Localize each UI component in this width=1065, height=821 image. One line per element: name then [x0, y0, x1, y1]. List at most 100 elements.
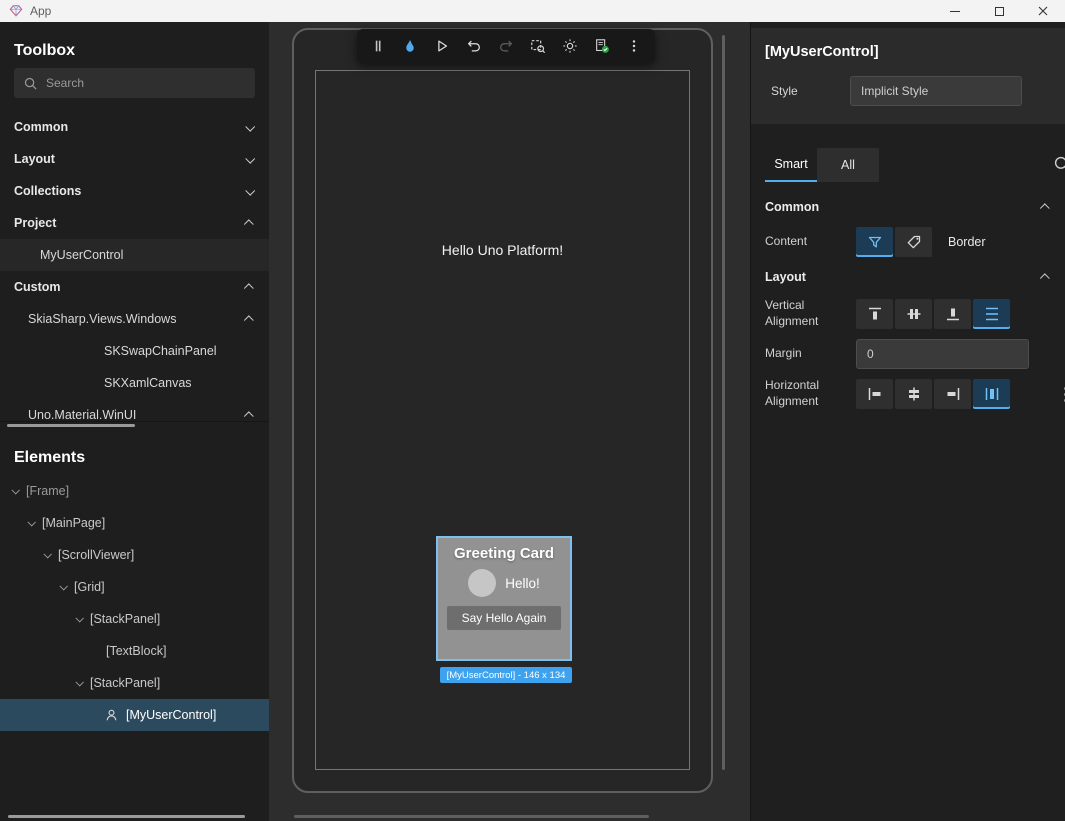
tree-item-label: [Grid]: [74, 580, 105, 594]
search-input[interactable]: [46, 76, 226, 90]
design-canvas[interactable]: Hello Uno Platform! Greeting Card Hello!…: [269, 22, 750, 821]
toolbox-section-common[interactable]: Common: [0, 111, 269, 143]
elements-pane: Elements [Frame] [MainPage] [ScrollViewe…: [0, 429, 269, 731]
section-label: Layout: [14, 152, 55, 166]
horizontal-alignment-group: [856, 379, 1012, 409]
align-left-button[interactable]: [856, 379, 893, 409]
drag-handle-icon[interactable]: [369, 37, 387, 55]
close-icon: [1038, 6, 1048, 16]
tree-item-textblock[interactable]: [TextBlock]: [0, 635, 269, 667]
chevron-up-icon: [244, 219, 254, 229]
align-center-horizontal-button[interactable]: [895, 379, 932, 409]
inspect-element-icon[interactable]: [529, 37, 547, 55]
expander-icon[interactable]: [75, 678, 83, 686]
align-stretch-vertical-button[interactable]: [973, 299, 1010, 329]
chevron-up-icon: [244, 315, 254, 325]
minimize-button[interactable]: [933, 0, 977, 22]
tree-item-scrollviewer[interactable]: [ScrollViewer]: [0, 539, 269, 571]
align-right-icon: [944, 385, 962, 403]
elements-horizontal-scrollbar[interactable]: [8, 815, 245, 818]
usercontrol-icon: [104, 708, 119, 723]
chevron-down-icon: [245, 153, 255, 163]
style-label: Style: [765, 84, 850, 98]
tree-item-mainpage[interactable]: [MainPage]: [0, 507, 269, 539]
toolbox-item-label: MyUserControl: [40, 248, 123, 262]
horizontal-alignment-label: Horizontal Alignment: [765, 378, 856, 409]
expander-icon[interactable]: [43, 550, 51, 558]
play-button-icon[interactable]: [433, 37, 451, 55]
expander-icon[interactable]: [27, 518, 35, 526]
section-label: Custom: [14, 280, 61, 294]
tree-item-frame[interactable]: [Frame]: [0, 475, 269, 507]
toolbox-item-label: SKXamlCanvas: [104, 376, 192, 390]
device-frame[interactable]: Hello Uno Platform! Greeting Card Hello!…: [292, 28, 713, 793]
left-sidebar: Toolbox Common Layout Collections: [0, 22, 269, 821]
tree-item-grid[interactable]: [Grid]: [0, 571, 269, 603]
expander-icon[interactable]: [59, 582, 67, 590]
toolbox-section-custom[interactable]: Custom: [0, 271, 269, 303]
canvas-vertical-scrollbar[interactable]: [722, 35, 725, 770]
properties-tabs: Smart All: [751, 148, 1065, 182]
selection-header-card: [MyUserControl] Style: [751, 28, 1065, 124]
undo-icon[interactable]: [465, 37, 483, 55]
toolbox-section-project[interactable]: Project: [0, 207, 269, 239]
margin-input[interactable]: [856, 339, 1029, 369]
align-bottom-button[interactable]: [934, 299, 971, 329]
tab-all[interactable]: All: [817, 148, 879, 182]
properties-search-icon[interactable]: [1054, 156, 1065, 178]
chevron-up-icon: [244, 411, 254, 421]
toolbox-horizontal-scrollbar[interactable]: [0, 421, 269, 429]
tree-item-label: [Frame]: [26, 484, 69, 498]
align-center-vertical-button[interactable]: [895, 299, 932, 329]
filter-icon: [866, 233, 884, 251]
toolbox-group-skiasharp[interactable]: SkiaSharp.Views.Windows: [0, 303, 269, 335]
content-filter-button[interactable]: [856, 227, 893, 257]
tree-item-label: [MyUserControl]: [126, 708, 216, 722]
redo-icon[interactable]: [497, 37, 515, 55]
align-stretch-horizontal-button[interactable]: [973, 379, 1010, 409]
elements-title: Elements: [0, 429, 269, 475]
toolbox-search[interactable]: [14, 68, 255, 98]
window-title: App: [30, 4, 51, 18]
align-bottom-icon: [944, 305, 962, 323]
theme-sun-icon[interactable]: [561, 37, 579, 55]
style-input[interactable]: [850, 76, 1022, 106]
toolbox-pane: Toolbox Common Layout Collections: [0, 22, 269, 421]
say-hello-again-button[interactable]: Say Hello Again: [447, 606, 561, 630]
toolbox-item-myusercontrol[interactable]: MyUserControl: [0, 239, 269, 271]
section-common[interactable]: Common: [751, 192, 1065, 222]
pending-changes-icon[interactable]: [593, 37, 611, 55]
tree-item-stackpanel-1[interactable]: [StackPanel]: [0, 603, 269, 635]
expander-icon[interactable]: [11, 486, 19, 494]
chevron-up-icon: [1040, 203, 1050, 213]
tree-item-myusercontrol[interactable]: [MyUserControl]: [0, 699, 269, 731]
tab-smart[interactable]: Smart: [765, 148, 817, 182]
hot-reload-flame-icon[interactable]: [401, 37, 419, 55]
search-icon: [24, 77, 37, 90]
toolbox-item-skswapchainpanel[interactable]: SKSwapChainPanel: [0, 335, 269, 367]
toolbox-section-layout[interactable]: Layout: [0, 143, 269, 175]
section-label: Common: [14, 120, 68, 134]
canvas-horizontal-scrollbar[interactable]: [294, 815, 649, 818]
row-content: Content Border: [751, 222, 1065, 262]
selected-usercontrol[interactable]: Greeting Card Hello! Say Hello Again: [436, 536, 572, 661]
align-top-button[interactable]: [856, 299, 893, 329]
section-label: Project: [14, 216, 56, 230]
content-label: Content: [765, 234, 856, 250]
toolbox-section-collections[interactable]: Collections: [0, 175, 269, 207]
align-stretch-horizontal-icon: [983, 385, 1001, 403]
section-layout[interactable]: Layout: [751, 262, 1065, 292]
toolbox-title: Toolbox: [0, 22, 269, 68]
tree-item-stackpanel-2[interactable]: [StackPanel]: [0, 667, 269, 699]
toolbox-item-skxamlcanvas[interactable]: SKXamlCanvas: [0, 367, 269, 399]
expander-icon[interactable]: [75, 614, 83, 622]
more-options-icon[interactable]: [625, 37, 643, 55]
maximize-button[interactable]: [977, 0, 1021, 22]
content-tag-button[interactable]: [895, 227, 932, 257]
scrollbar-thumb[interactable]: [7, 424, 135, 427]
textblock-hello[interactable]: Hello Uno Platform!: [294, 242, 711, 258]
toolbox-group-unomaterial[interactable]: Uno.Material.WinUI: [0, 399, 269, 421]
tag-icon: [905, 233, 923, 251]
close-button[interactable]: [1021, 0, 1065, 22]
align-right-button[interactable]: [934, 379, 971, 409]
